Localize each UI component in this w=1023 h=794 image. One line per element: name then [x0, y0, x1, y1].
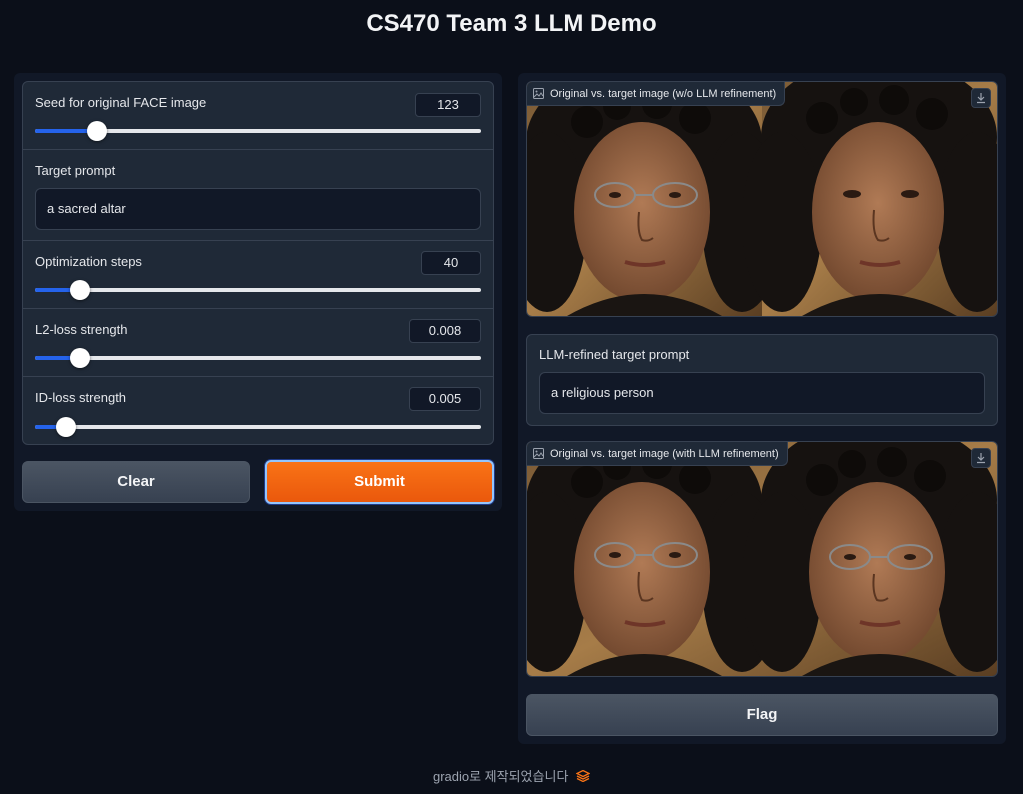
download-icon [977, 93, 985, 104]
submit-button[interactable]: Submit [265, 460, 494, 504]
l2-slider[interactable] [35, 348, 481, 368]
image-label-2-text: Original vs. target image (with LLM refi… [550, 447, 779, 460]
footer-text[interactable]: gradio로 제작되었습니다 [433, 769, 568, 784]
seed-slider-thumb[interactable] [87, 121, 108, 141]
id-slider[interactable] [35, 417, 481, 437]
output-image-without-refinement: Original vs. target image (w/o LLM refin… [526, 81, 998, 317]
refined-prompt-textbox[interactable]: a religious person [539, 372, 985, 414]
clear-button[interactable]: Clear [22, 461, 250, 503]
steps-label: Optimization steps [35, 254, 142, 269]
gradio-logo-icon [575, 769, 591, 783]
download-button-2[interactable] [971, 448, 991, 468]
seed-slider[interactable] [35, 121, 481, 141]
refined-prompt-label: LLM-refined target prompt [539, 347, 690, 362]
steps-number-input[interactable]: 40 [421, 251, 481, 275]
target-prompt-label: Target prompt [35, 163, 116, 178]
download-button-1[interactable] [971, 88, 991, 108]
id-number-input[interactable]: 0.005 [409, 387, 481, 411]
output-panel: Original vs. target image (w/o LLM refin… [518, 73, 1006, 744]
l2-label: L2-loss strength [35, 322, 128, 337]
steps-row: Optimization steps 40 [23, 241, 493, 309]
id-slider-thumb[interactable] [56, 417, 77, 437]
output-image-with-refinement: Original vs. target image (with LLM refi… [526, 441, 998, 677]
image-icon [533, 448, 544, 459]
input-form: Seed for original FACE image 123 Target … [22, 81, 494, 445]
target-prompt-input[interactable]: a sacred altar [35, 188, 481, 230]
l2-slider-thumb[interactable] [69, 348, 90, 368]
seed-row: Seed for original FACE image 123 [23, 82, 493, 150]
face-pair-illustration-1 [527, 82, 997, 316]
face-comparison-image-2 [527, 442, 997, 676]
image-label-1: Original vs. target image (w/o LLM refin… [527, 82, 786, 106]
refined-prompt-output: LLM-refined target prompt a religious pe… [526, 334, 998, 426]
page-title: CS470 Team 3 LLM Demo [366, 10, 657, 37]
download-icon [977, 453, 985, 464]
seed-label: Seed for original FACE image [35, 95, 207, 110]
image-label-2: Original vs. target image (with LLM refi… [527, 442, 788, 466]
input-panel: Seed for original FACE image 123 Target … [14, 73, 502, 511]
id-label: ID-loss strength [35, 390, 127, 405]
image-icon [533, 88, 544, 99]
target-prompt-row: Target prompt a sacred altar [23, 150, 493, 241]
steps-slider[interactable] [35, 280, 481, 300]
image-label-1-text: Original vs. target image (w/o LLM refin… [550, 87, 777, 100]
id-row: ID-loss strength 0.005 [23, 377, 493, 444]
face-comparison-image-1 [527, 82, 997, 316]
flag-button[interactable]: Flag [526, 694, 998, 736]
face-pair-illustration-2 [527, 442, 997, 676]
seed-number-input[interactable]: 123 [415, 93, 481, 117]
steps-slider-thumb[interactable] [69, 280, 90, 300]
footer: gradio로 제작되었습니다 [0, 766, 1023, 785]
l2-number-input[interactable]: 0.008 [409, 319, 481, 343]
l2-row: L2-loss strength 0.008 [23, 309, 493, 377]
